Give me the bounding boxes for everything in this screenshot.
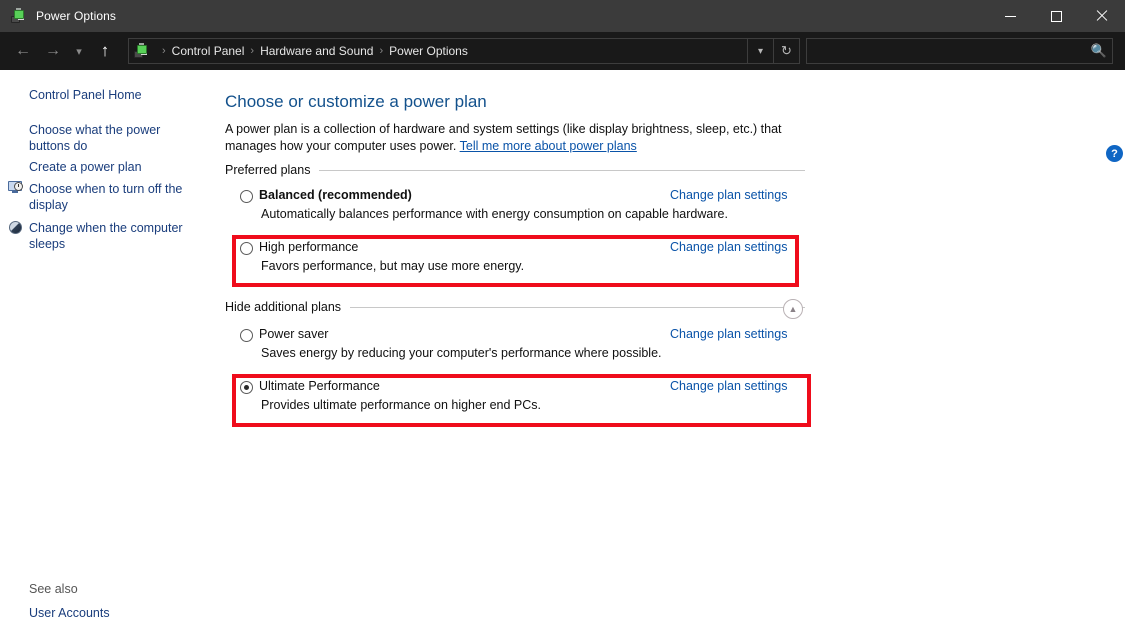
moon-sleep-icon: [8, 220, 24, 236]
plan-row-power-saver[interactable]: Power saver Saves energy by reducing you…: [225, 326, 805, 370]
tell-me-more-link[interactable]: Tell me more about power plans: [460, 139, 637, 153]
window-title: Power Options: [36, 9, 117, 23]
chevron-up-icon: ▲: [788, 304, 798, 314]
hide-additional-plans-label: Hide additional plans: [225, 300, 342, 314]
breadcrumb-separator: ›: [379, 45, 384, 57]
additional-plans-header[interactable]: Hide additional plans: [225, 298, 805, 316]
plan-row-balanced[interactable]: Balanced (recommended) Automatically bal…: [225, 187, 805, 231]
page-description: A power plan is a collection of hardware…: [225, 121, 811, 155]
sidebar: Control Panel Home Choose what the power…: [0, 70, 220, 634]
address-bar: ← → ▾ ↑ › Control Panel › Hardware and S…: [0, 32, 1125, 70]
sidebar-item-turn-off-display[interactable]: Choose when to turn off the display: [29, 181, 204, 213]
display-clock-icon: [8, 179, 24, 195]
preferred-plans-label: Preferred plans: [225, 163, 311, 177]
sidebar-item-control-panel-home[interactable]: Control Panel Home: [29, 87, 204, 103]
help-button[interactable]: ?: [1106, 145, 1123, 162]
minimize-icon: [1004, 15, 1016, 17]
radio-ultimate-performance[interactable]: [240, 381, 253, 394]
breadcrumb-item-hardware-and-sound[interactable]: Hardware and Sound: [260, 44, 373, 58]
sidebar-item-computer-sleeps[interactable]: Change when the computer sleeps: [29, 220, 204, 252]
breadcrumb-dropdown-button[interactable]: ▾: [747, 39, 773, 63]
search-box[interactable]: 🔍: [806, 38, 1113, 64]
help-circle-icon: ?: [1111, 147, 1118, 160]
forward-button[interactable]: →: [38, 35, 68, 67]
plan-row-high-performance[interactable]: High performance Favors performance, but…: [225, 239, 805, 283]
maximize-button[interactable]: [1033, 0, 1079, 32]
refresh-icon: ↻: [781, 43, 792, 58]
divider: [319, 169, 805, 171]
plan-description-balanced: Automatically balances performance with …: [261, 207, 728, 221]
title-bar: Power Options: [0, 0, 1125, 32]
sidebar-item-create-power-plan[interactable]: Create a power plan: [29, 159, 204, 175]
plan-description-ultimate-performance: Provides ultimate performance on higher …: [261, 398, 542, 412]
close-button[interactable]: [1079, 0, 1125, 32]
plan-row-ultimate-performance[interactable]: Ultimate Performance Provides ultimate p…: [225, 378, 805, 422]
close-icon: [1096, 10, 1108, 22]
plan-name-balanced: Balanced (recommended): [259, 188, 412, 202]
plan-name-ultimate-performance: Ultimate Performance: [259, 379, 380, 393]
change-plan-settings-power-saver[interactable]: Change plan settings: [670, 327, 787, 341]
breadcrumb-separator: ›: [162, 45, 166, 57]
arrow-right-icon: →: [45, 42, 61, 59]
back-button[interactable]: ←: [8, 35, 38, 67]
collapse-additional-plans-button[interactable]: ▲: [783, 299, 803, 319]
change-plan-settings-ultimate-performance[interactable]: Change plan settings: [670, 379, 787, 393]
breadcrumb-separator: ›: [250, 45, 255, 57]
main-panel: Choose or customize a power plan A power…: [220, 70, 1125, 634]
plan-name-high-performance: High performance: [259, 240, 359, 254]
page-title: Choose or customize a power plan: [225, 92, 487, 111]
chevron-down-icon: ▾: [76, 45, 82, 58]
plan-description-power-saver: Saves energy by reducing your computer's…: [261, 346, 662, 360]
power-plug-battery-icon: [11, 8, 27, 24]
window-controls: [987, 0, 1125, 32]
breadcrumb-item-control-panel[interactable]: Control Panel: [172, 44, 245, 58]
minimize-button[interactable]: [987, 0, 1033, 32]
divider: [350, 306, 805, 308]
radio-power-saver[interactable]: [240, 329, 253, 342]
arrow-up-icon: ↑: [100, 41, 110, 60]
change-plan-settings-balanced[interactable]: Change plan settings: [670, 188, 787, 202]
sidebar-item-user-accounts[interactable]: User Accounts: [29, 605, 204, 621]
see-also-label: See also: [29, 582, 78, 596]
search-icon[interactable]: 🔍: [1086, 43, 1112, 59]
preferred-plans-header: Preferred plans: [225, 161, 805, 179]
recent-locations-button[interactable]: ▾: [68, 35, 90, 67]
chevron-down-icon: ▾: [757, 45, 764, 57]
radio-high-performance[interactable]: [240, 242, 253, 255]
content-area: Control Panel Home Choose what the power…: [0, 70, 1125, 634]
sidebar-item-power-buttons[interactable]: Choose what the power buttons do: [29, 122, 204, 154]
breadcrumb-item-power-options[interactable]: Power Options: [389, 44, 468, 58]
up-button[interactable]: ↑: [90, 35, 120, 67]
arrow-left-icon: ←: [15, 42, 31, 59]
breadcrumb-power-icon: [134, 43, 150, 59]
maximize-icon: [1050, 10, 1062, 22]
change-plan-settings-high-performance[interactable]: Change plan settings: [670, 240, 787, 254]
radio-balanced[interactable]: [240, 190, 253, 203]
search-input[interactable]: [807, 44, 1086, 58]
plan-name-power-saver: Power saver: [259, 327, 329, 341]
breadcrumb[interactable]: › Control Panel › Hardware and Sound › P…: [128, 38, 800, 64]
refresh-button[interactable]: ↻: [773, 39, 799, 63]
plan-description-high-performance: Favors performance, but may use more ene…: [261, 259, 525, 273]
